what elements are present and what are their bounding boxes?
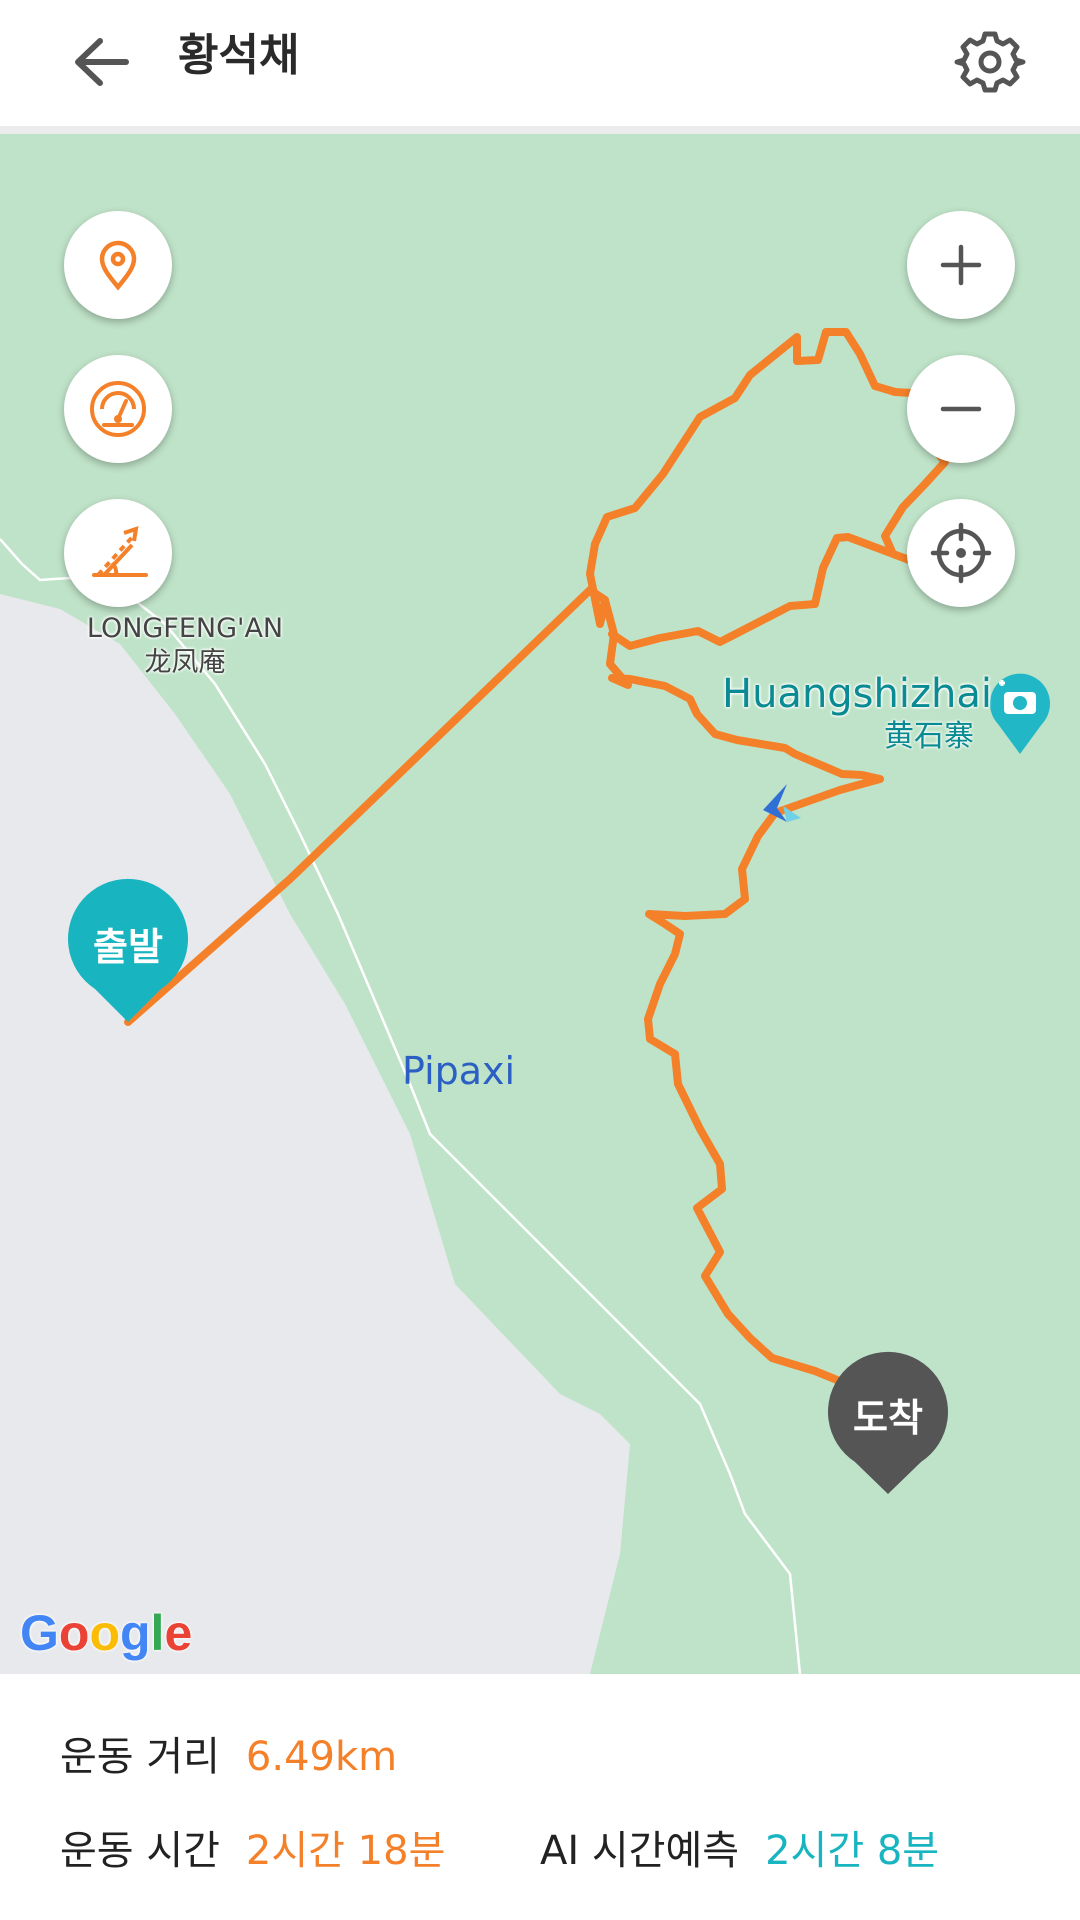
map-view[interactable]: LONGFENG'AN 龙凤庵 Huangshizhai 黄石寨 Pipaxi … xyxy=(0,134,1080,1674)
distance-value: 6.49km xyxy=(245,1734,398,1780)
speedometer-icon xyxy=(90,381,146,437)
gear-icon xyxy=(954,31,1026,93)
stats-panel: 운동 거리 6.49km 운동 시간 2시간 18분 AI 시간예측 2시간 8분 xyxy=(0,1674,1080,1920)
ai-estimate-label: AI 시간예측 xyxy=(540,1828,740,1874)
back-button[interactable] xyxy=(66,26,138,98)
poi-label-cn[interactable]: 黄石寨 xyxy=(884,719,974,755)
zoom-out-button[interactable] xyxy=(907,355,1015,463)
ai-estimate-stat: AI 시간예측 2시간 8분 xyxy=(540,1826,939,1876)
land-area xyxy=(0,594,630,1674)
page-title: 황석채 xyxy=(178,30,300,81)
time-label: 운동 시간 xyxy=(60,1828,220,1874)
distance-stat: 운동 거리 6.49km xyxy=(60,1732,397,1782)
zoom-out-icon xyxy=(940,406,982,412)
slope-icon xyxy=(92,526,148,577)
location-pin-button[interactable] xyxy=(64,211,172,319)
time-stat: 운동 시간 2시간 18분 xyxy=(60,1826,445,1876)
poi-label-en[interactable]: Huangshizhai xyxy=(722,672,992,716)
map-canvas xyxy=(0,328,1050,1674)
slope-button[interactable] xyxy=(64,499,172,607)
my-location-button[interactable] xyxy=(907,499,1015,607)
zoom-in-icon xyxy=(940,244,982,286)
river-label: Pipaxi xyxy=(402,1049,516,1093)
time-value: 2시간 18분 xyxy=(245,1828,446,1874)
start-marker-label[interactable]: 출발 xyxy=(78,916,178,971)
zoom-in-button[interactable] xyxy=(907,211,1015,319)
end-marker-label[interactable]: 도착 xyxy=(838,1387,938,1442)
google-logo: Google xyxy=(20,1605,193,1661)
location-pin-icon xyxy=(99,240,137,291)
camera-pin-icon xyxy=(990,673,1050,754)
crosshair-icon xyxy=(930,522,992,584)
area-label-cn: 龙凤庵 xyxy=(144,647,226,678)
header-divider xyxy=(0,126,1080,134)
distance-label: 운동 거리 xyxy=(60,1734,220,1780)
area-label-en: LONGFENG'AN xyxy=(86,613,284,644)
speedometer-button[interactable] xyxy=(64,355,172,463)
settings-button[interactable] xyxy=(952,24,1028,100)
ai-estimate-value: 2시간 8분 xyxy=(765,1828,940,1874)
arrow-left-icon xyxy=(75,38,129,86)
app-header: 황석채 xyxy=(0,0,1080,126)
